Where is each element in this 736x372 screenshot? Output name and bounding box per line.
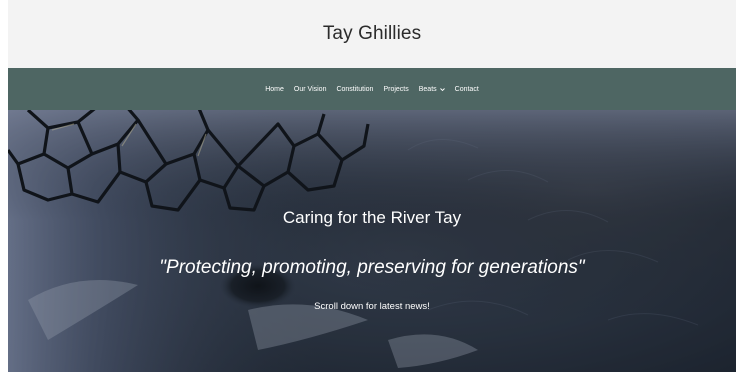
nav-item-beats[interactable]: Beats bbox=[419, 86, 445, 93]
nav-item-projects[interactable]: Projects bbox=[383, 86, 408, 93]
site-title[interactable]: Tay Ghillies bbox=[323, 23, 421, 45]
site-header: Tay Ghillies bbox=[8, 0, 736, 68]
chevron-down-icon bbox=[439, 87, 445, 91]
nav-item-label: Beats bbox=[418, 85, 437, 93]
hero-heading: Caring for the River Tay bbox=[282, 208, 462, 227]
page: Tay Ghillies Home Our Vision Constitutio… bbox=[0, 0, 736, 372]
nav-item-label: Our Vision bbox=[293, 85, 327, 93]
hero-banner: Caring for the River Tay "Protecting, pr… bbox=[8, 110, 736, 372]
hero-tagline: "Protecting, promoting, preserving for g… bbox=[159, 257, 585, 278]
scroll-hint: Scroll down for latest news! bbox=[314, 301, 430, 312]
nav-item-constitution[interactable]: Constitution bbox=[336, 86, 373, 93]
nav-item-our-vision[interactable]: Our Vision bbox=[294, 86, 327, 93]
nav-item-label: Projects bbox=[383, 85, 409, 93]
nav-item-home[interactable]: Home bbox=[265, 86, 284, 93]
nav-item-label: Constitution bbox=[336, 85, 374, 93]
main-navigation: Home Our Vision Constitution Projects Be… bbox=[8, 68, 736, 110]
hero-content: Caring for the River Tay "Protecting, pr… bbox=[8, 110, 736, 372]
nav-item-contact[interactable]: Contact bbox=[455, 86, 479, 93]
nav-item-label: Home bbox=[265, 85, 284, 93]
nav-item-label: Contact bbox=[454, 85, 479, 93]
